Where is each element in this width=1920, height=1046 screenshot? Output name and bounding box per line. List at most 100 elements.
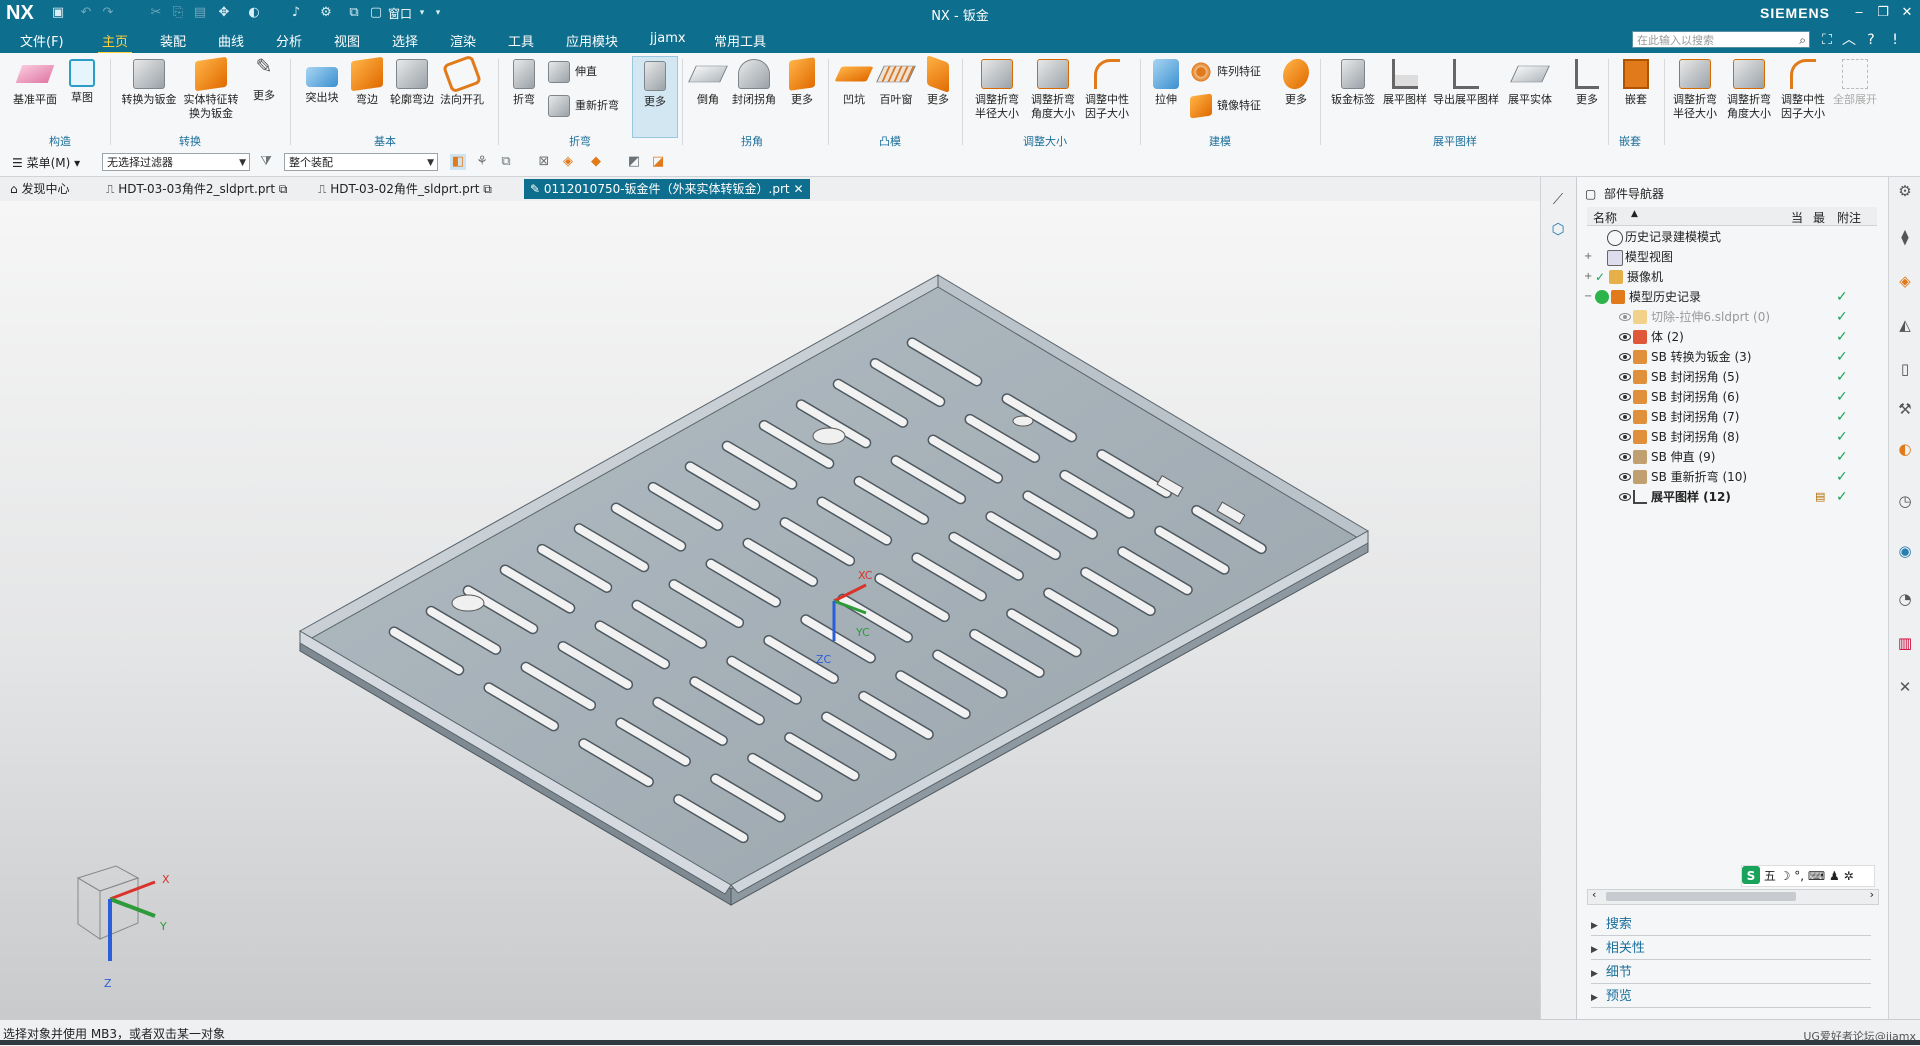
menu-assembly[interactable]: 装配 xyxy=(160,31,186,50)
eye-icon[interactable] xyxy=(1619,373,1631,381)
menu-render[interactable]: 渲染 xyxy=(450,31,476,50)
solid-to-sheetmetal-button[interactable]: 实体特征转 换为钣金 xyxy=(180,56,242,121)
save-icon[interactable]: ▣ xyxy=(50,5,66,21)
dimple-button[interactable]: 凹坑 xyxy=(834,59,874,107)
sketch-button[interactable]: 草图 xyxy=(62,59,102,105)
tree-row-cameras[interactable]: + ✓ 摄像机 xyxy=(1584,267,1877,287)
menu-jjamx[interactable]: jjamx xyxy=(650,31,686,46)
eye-icon[interactable] xyxy=(1619,433,1631,441)
cut-icon[interactable]: ✂ xyxy=(148,5,164,21)
more-flat-button[interactable]: 更多 xyxy=(1570,59,1604,107)
expand-icon[interactable]: + xyxy=(1584,267,1592,287)
tree-row-closed-corner-8[interactable]: SB 封闭拐角 (8) ✓ xyxy=(1587,427,1877,447)
scroll-left-icon[interactable]: ‹ xyxy=(1592,888,1596,901)
selection-filter-dropdown[interactable]: 无选择过滤器 ▼ xyxy=(102,153,250,171)
search-icon[interactable]: ⌕ xyxy=(1799,32,1806,49)
column-latest[interactable]: 最 xyxy=(1813,209,1825,226)
flat-solid-button[interactable]: 展平实体 xyxy=(1504,59,1556,107)
select-body-icon[interactable]: ⧉ xyxy=(498,154,514,170)
tree-row-closed-corner-6[interactable]: SB 封闭拐角 (6) ✓ xyxy=(1587,387,1877,407)
globe-icon[interactable]: ◉ xyxy=(1895,541,1915,561)
tab-hdt-03-02[interactable]: ⎍ HDT-03-02角件_sldprt.prt ⧉ xyxy=(312,179,498,199)
palette-icon[interactable]: ▥ xyxy=(1895,633,1915,653)
more-bend-button[interactable]: 更多 xyxy=(632,56,678,138)
collapse-ribbon-icon[interactable]: ︿ xyxy=(1840,31,1858,49)
resize-neutral-factor-2-button[interactable]: 调整中性 因子大小 xyxy=(1776,59,1830,121)
menu-applications[interactable]: 应用模块 xyxy=(566,31,618,50)
nest-button[interactable]: 嵌套 xyxy=(1614,59,1658,107)
tree-row-model-views[interactable]: + 模型视图 xyxy=(1584,247,1877,267)
select-face-icon[interactable]: ◈ xyxy=(560,154,576,170)
bend-button[interactable]: 折弯 xyxy=(504,59,544,107)
unbend-button[interactable]: 伸直 xyxy=(548,61,597,83)
menu-view[interactable]: 视图 xyxy=(334,31,360,50)
sheetmetal-part[interactable]: XC YC ZC X Y Z xyxy=(0,201,1540,1019)
scroll-right-icon[interactable]: › xyxy=(1870,888,1874,901)
graphics-viewport[interactable]: XC YC ZC X Y Z xyxy=(0,201,1540,1019)
rebend-button[interactable]: 重新折弯 xyxy=(548,95,619,117)
select-edge-icon[interactable]: ◆ xyxy=(588,154,604,170)
resize-bend-angle-button[interactable]: 调整折弯 角度大小 xyxy=(1026,59,1080,121)
scrollbar-thumb[interactable] xyxy=(1606,892,1796,901)
more-punch-button[interactable]: 更多 xyxy=(920,54,956,107)
menu-common-tools[interactable]: 常用工具 xyxy=(714,31,766,50)
menu-analysis[interactable]: 分析 xyxy=(276,31,302,50)
closed-corner-button[interactable]: 封闭拐角 xyxy=(728,59,780,107)
ime-toolbar[interactable]: S 五 ☽ °, ⌨ ♟ ✲ xyxy=(1741,865,1875,887)
collapse-icon[interactable]: − xyxy=(1584,287,1592,307)
window-icon[interactable]: ▢ xyxy=(368,5,384,21)
tree-row-flat-pattern[interactable]: 展平图样 (12) ▤ ✓ xyxy=(1587,487,1877,507)
show-icon[interactable]: ◩ xyxy=(626,154,642,170)
tab-discovery-center[interactable]: ⌂ 发现中心 xyxy=(4,179,75,199)
eye-icon[interactable] xyxy=(1619,353,1631,361)
hide-icon[interactable]: ◪ xyxy=(650,154,666,170)
section-details[interactable]: ▶ 细节 xyxy=(1591,963,1871,984)
pattern-feature-button[interactable]: 阵列特征 xyxy=(1190,61,1261,83)
undo-icon[interactable]: ↶ xyxy=(78,5,94,21)
section-preview[interactable]: ▶ 预览 xyxy=(1591,987,1871,1008)
paint-icon[interactable]: ◐ xyxy=(246,5,262,21)
unfold-all-button[interactable]: 全部展开 xyxy=(1830,59,1880,107)
customize-arrow-icon[interactable]: ▾ xyxy=(430,5,446,21)
tab-button[interactable]: 突出块 xyxy=(298,59,346,105)
menu-home[interactable]: 主页 xyxy=(97,31,133,55)
menu-button[interactable]: ☰ 菜单(M) ▾ xyxy=(12,154,80,171)
select-feature-icon[interactable]: ◧ xyxy=(450,154,466,170)
move-icon[interactable]: ✥ xyxy=(216,5,232,21)
column-note[interactable]: 附注 xyxy=(1837,209,1861,226)
convert-to-sheetmetal-button[interactable]: 转换为钣金 xyxy=(118,59,180,107)
filter-icon[interactable]: ⧩ xyxy=(258,154,274,170)
help-icon[interactable]: ? xyxy=(1862,31,1880,49)
eye-icon[interactable] xyxy=(1619,313,1631,321)
selection-scope-dropdown[interactable]: 整个装配 ▼ xyxy=(284,153,438,171)
measure-icon[interactable]: ⟋ xyxy=(1548,189,1568,209)
eye-icon[interactable] xyxy=(1619,333,1631,341)
assembly-navigator-icon[interactable]: ◈ xyxy=(1895,271,1915,291)
paste-icon[interactable]: ▤ xyxy=(192,5,208,21)
resize-bend-angle-2-button[interactable]: 调整折弯 角度大小 xyxy=(1722,59,1776,121)
copy-icon[interactable]: ⎘ xyxy=(170,5,186,21)
mirror-feature-button[interactable]: 镜像特征 xyxy=(1190,93,1261,119)
eye-icon[interactable] xyxy=(1619,493,1631,501)
close-tab-icon[interactable]: ✕ xyxy=(793,182,803,196)
command-search-input[interactable]: 在此输入以搜索 ⌕ xyxy=(1632,31,1810,48)
deselect-icon[interactable]: ⊠ xyxy=(536,154,552,170)
menu-select[interactable]: 选择 xyxy=(392,31,418,50)
hd3d-tools-icon[interactable]: ⚒ xyxy=(1895,399,1915,419)
tab-active-part[interactable]: ✎ 0112010750-钣金件（外来实体转钣金）.prt ✕ xyxy=(524,179,810,199)
eye-icon[interactable] xyxy=(1619,453,1631,461)
constraint-navigator-icon[interactable]: ◭ xyxy=(1895,315,1915,335)
resize-neutral-factor-button[interactable]: 调整中性 因子大小 xyxy=(1080,59,1134,121)
alert-icon[interactable]: ! xyxy=(1886,31,1904,49)
datum-plane-button[interactable]: 基准平面 xyxy=(10,59,60,107)
resize-bend-radius-button[interactable]: 调整折弯 半径大小 xyxy=(968,59,1026,121)
reuse-library-icon[interactable]: ▯ xyxy=(1895,359,1915,379)
history-icon[interactable]: ◷ xyxy=(1895,491,1915,511)
role-tools-icon[interactable]: ✕ xyxy=(1895,677,1915,697)
tree-row-unbend[interactable]: SB 伸直 (9) ✓ xyxy=(1587,447,1877,467)
contour-flange-button[interactable]: 轮廓弯边 xyxy=(388,59,436,107)
part-navigator-icon[interactable]: ⧫ xyxy=(1895,227,1915,247)
eye-icon[interactable] xyxy=(1619,413,1631,421)
more-modeling-button[interactable]: 更多 xyxy=(1278,57,1314,107)
export-flat-pattern-button[interactable]: 导出展平图样 xyxy=(1430,59,1502,107)
